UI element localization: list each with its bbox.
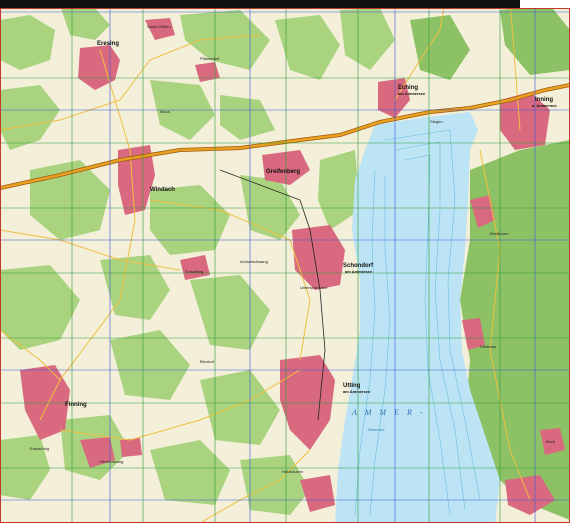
label-village: Buch <box>546 439 556 444</box>
label-village: Achselschwang <box>240 259 268 264</box>
label-village: Pflaumdorf <box>200 56 220 61</box>
topographic-map[interactable]: Eresing Eching am Ammersee Inning a. Amm… <box>0 0 570 523</box>
label-lake: A M M E R - <box>352 408 426 417</box>
label-village: Holzhausen <box>282 469 304 474</box>
label-village: Sankt Ottilien <box>147 24 171 29</box>
label-village: Unterschondorf <box>300 285 328 290</box>
top-bar-corner <box>520 0 570 8</box>
label-lake-sub: Ammersee <box>368 427 385 432</box>
label-utting-sub: am Ammersee <box>343 389 371 394</box>
label-village: Stegen <box>430 119 443 124</box>
settlement-hechenwang <box>120 438 142 457</box>
label-village: Schwifting <box>185 269 204 274</box>
label-village: Bierdorf <box>200 359 215 364</box>
label-eching-sub: am Ammersee <box>398 91 426 96</box>
label-greifenberg: Greifenberg <box>266 169 301 175</box>
label-schondorf-sub: am Ammersee <box>345 269 373 274</box>
label-windach: Windach <box>150 187 175 193</box>
top-bar <box>0 0 570 8</box>
label-village: Breitbrunn <box>490 231 509 236</box>
label-village: Entraching <box>30 446 50 451</box>
label-eresing: Eresing <box>97 41 120 47</box>
label-village: Riederau <box>480 344 497 349</box>
label-village: Hechenwang <box>100 459 124 464</box>
label-finning: Finning <box>65 402 87 408</box>
label-village: Moos <box>160 109 170 114</box>
label-inning-sub: a. Ammersee <box>532 103 557 108</box>
map-canvas[interactable] <box>0 0 570 523</box>
